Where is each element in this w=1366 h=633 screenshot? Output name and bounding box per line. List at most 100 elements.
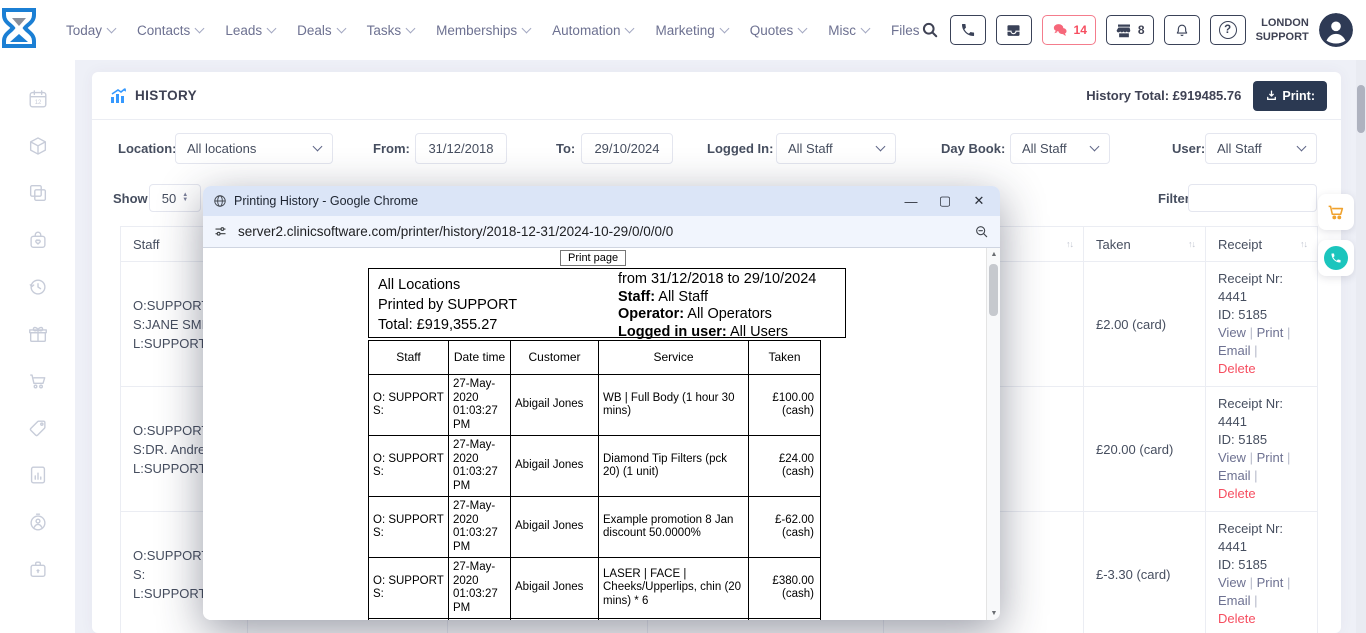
nav-label: Files [891, 23, 920, 38]
nav-label: Today [66, 23, 102, 38]
user-select[interactable]: All Staff [1205, 133, 1317, 164]
popup-scrollbar[interactable]: ▲ ▼ [986, 248, 1000, 620]
account-line1: LONDON [1256, 16, 1309, 30]
nav-misc[interactable]: Misc [828, 23, 869, 38]
popup-title-bar[interactable]: Printing History - Google Chrome — ▢ ✕ [203, 186, 1000, 216]
topbar-actions: 14 8 ? LONDON SUPPORT [920, 13, 1366, 47]
notifications-button[interactable] [1164, 15, 1200, 45]
chrome-popup-window: Printing History - Google Chrome — ▢ ✕ s… [203, 186, 1000, 620]
print-link[interactable]: Print [1257, 575, 1284, 590]
chat-button[interactable]: 14 [1042, 15, 1096, 45]
app-logo[interactable] [0, 8, 38, 52]
sort-icon: ↑↓ [1066, 239, 1073, 249]
pos-button[interactable]: 8 [1106, 15, 1154, 45]
delete-link[interactable]: Delete [1218, 486, 1256, 501]
print-button[interactable]: Print: [1253, 81, 1327, 111]
nav-memberships[interactable]: Memberships [436, 23, 530, 38]
taken-cell: £-3.30 (card) [1084, 512, 1206, 633]
page-scrollbar-thumb[interactable] [1357, 85, 1365, 133]
day-book-label: Day Book: [941, 141, 1005, 156]
case-icon[interactable] [27, 558, 49, 580]
nav-files[interactable]: Files [891, 23, 920, 38]
show-entries-select[interactable]: 50 ▲▼ [149, 184, 201, 212]
view-link[interactable]: View [1218, 450, 1246, 465]
zoom-out-icon[interactable] [974, 224, 990, 240]
show-entries-value: 50 [162, 191, 176, 206]
bag-heart-icon[interactable] [27, 229, 49, 251]
logged-in-select[interactable]: All Staff [776, 133, 896, 164]
report-icon[interactable] [27, 464, 49, 486]
download-icon [1265, 89, 1278, 102]
day-book-select[interactable]: All Staff [1010, 133, 1110, 164]
email-link[interactable]: Email [1218, 343, 1251, 358]
package-icon[interactable] [27, 135, 49, 157]
filter-label: Filter [1158, 191, 1190, 206]
location-select[interactable]: All locations [175, 133, 333, 164]
avatar[interactable] [1319, 13, 1353, 47]
scroll-up-arrow[interactable]: ▲ [987, 251, 1000, 258]
phone-button[interactable] [950, 15, 986, 45]
page-scrollbar[interactable] [1356, 60, 1366, 633]
logged-in-value: All Staff [788, 141, 833, 156]
search-icon[interactable] [920, 20, 940, 40]
inbox-button[interactable] [996, 15, 1032, 45]
print-link[interactable]: Print [1257, 450, 1284, 465]
maximize-button[interactable]: ▢ [928, 187, 962, 215]
to-label: To: [556, 141, 575, 156]
tag-icon[interactable] [27, 417, 49, 439]
receipt-cell: Receipt Nr: 4441ID: 5185 View | Print | … [1206, 387, 1318, 512]
nav-marketing[interactable]: Marketing [655, 23, 727, 38]
cart-icon[interactable] [27, 370, 49, 392]
print-table-row: O: SUPPORT27-May-2020Abigail JonesLASER … [369, 619, 821, 621]
nav-tasks[interactable]: Tasks [367, 23, 415, 38]
calendar-icon[interactable]: 12 [27, 88, 49, 110]
popup-url-bar[interactable]: server2.clinicsoftware.com/printer/histo… [203, 216, 1000, 248]
print-page-button[interactable]: Print page [560, 250, 626, 266]
from-date-input[interactable] [415, 133, 507, 164]
nav-deals[interactable]: Deals [297, 23, 345, 38]
chart-icon [110, 88, 127, 104]
nav-automation[interactable]: Automation [552, 23, 633, 38]
to-date-input[interactable] [581, 133, 673, 164]
filter-input[interactable] [1188, 184, 1317, 212]
svg-text:12: 12 [34, 100, 41, 106]
nav-contacts[interactable]: Contacts [137, 23, 203, 38]
pcol-taken: Taken [749, 341, 821, 375]
email-link[interactable]: Email [1218, 593, 1251, 608]
help-button[interactable]: ? [1210, 15, 1246, 45]
hourglass-logo-icon [0, 8, 38, 52]
pcol-datetime: Date time [449, 341, 511, 375]
location-label: Location: [118, 141, 177, 156]
view-link[interactable]: View [1218, 575, 1246, 590]
nav-label: Marketing [655, 23, 714, 38]
nav-quotes[interactable]: Quotes [750, 23, 807, 38]
history-icon[interactable] [27, 276, 49, 298]
chevron-down-icon [336, 23, 346, 33]
report-info-left: All Locations Printed by SUPPORT Total: … [369, 269, 609, 337]
chevron-down-icon [861, 23, 871, 33]
nav-today[interactable]: Today [66, 23, 115, 38]
close-button[interactable]: ✕ [962, 187, 996, 215]
print-link[interactable]: Print [1257, 325, 1284, 340]
sort-icon: ↑↓ [1300, 239, 1307, 249]
nav-label: Misc [828, 23, 856, 38]
scrollbar-thumb[interactable] [989, 264, 998, 316]
email-link[interactable]: Email [1218, 468, 1251, 483]
gift-icon[interactable] [27, 323, 49, 345]
col-receipt[interactable]: Receipt↑↓ [1206, 227, 1318, 262]
spinner-icon: ▲▼ [182, 193, 188, 203]
view-link[interactable]: View [1218, 325, 1246, 340]
question-icon: ? [1219, 21, 1237, 39]
copy-icon[interactable] [27, 182, 49, 204]
col-taken[interactable]: Taken↑↓ [1084, 227, 1206, 262]
timer-person-icon[interactable] [27, 511, 49, 533]
delete-link[interactable]: Delete [1218, 611, 1256, 626]
account-line2: SUPPORT [1256, 30, 1309, 44]
floating-cart-button[interactable] [1318, 194, 1354, 230]
minimize-button[interactable]: — [894, 187, 928, 215]
delete-link[interactable]: Delete [1218, 361, 1256, 376]
print-table-row: O: SUPPORT S:27-May-2020 01:03:27 PMAbig… [369, 497, 821, 558]
nav-leads[interactable]: Leads [225, 23, 275, 38]
floating-phone-button[interactable] [1318, 240, 1354, 276]
scroll-down-arrow[interactable]: ▼ [987, 610, 1000, 617]
